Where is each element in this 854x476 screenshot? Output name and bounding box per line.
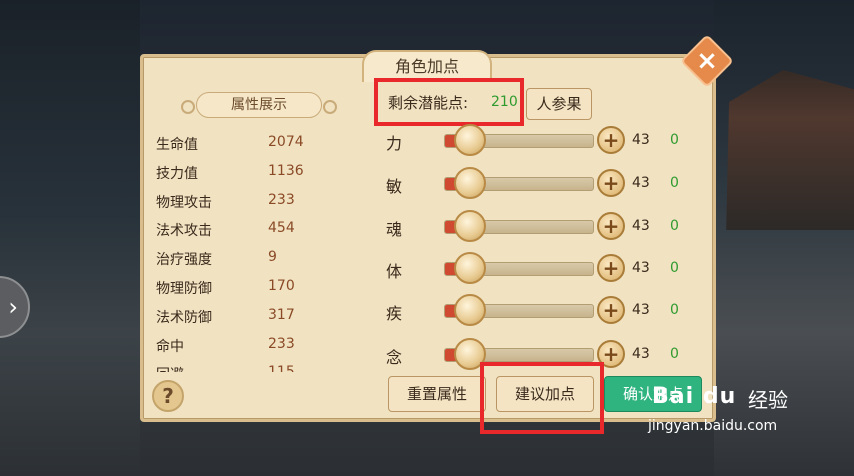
stat-value: 1136 [268,162,304,179]
slider-knob[interactable] [454,294,486,326]
attribute-base-value: 43 [632,302,650,318]
stat-name: 技力值 [156,165,198,182]
stats-section-title: 属性展示 [181,92,337,118]
baidu-watermark: Bai du 经验 jingyan.baidu.com [640,372,850,472]
ginseng-fruit-button[interactable]: 人参果 [526,88,592,120]
attribute-name: 魂 [386,220,403,239]
stat-row: 命中 233 [156,336,356,365]
attribute-row: 疾 + 43 0 [386,294,686,326]
stats-panel: 属性展示 生命值 2074 技力值 1136 物理攻击 233 法术攻击 454 治疗强… [150,80,372,410]
stat-row: 治疗强度 9 [156,249,356,278]
attribute-row: 力 + 43 0 [386,124,686,156]
attribute-name: 敏 [386,177,403,196]
attribute-name: 念 [386,348,403,367]
stat-name: 命中 [156,338,184,355]
stat-row: 生命值 2074 [156,134,356,163]
highlight-box-potential [374,78,524,126]
plus-icon[interactable]: + [597,212,625,240]
attribute-row: 魂 + 43 0 [386,210,686,242]
reset-attributes-button[interactable]: 重置属性 [388,376,486,412]
attribute-name: 力 [386,134,403,153]
plus-icon[interactable]: + [597,126,625,154]
stat-row: 物理防御 170 [156,278,356,307]
watermark-logo: Bai du [652,384,737,409]
attribute-added-value: 0 [670,132,679,148]
attribute-base-value: 43 [632,346,650,362]
stat-name: 法术攻击 [156,223,212,240]
attribute-base-value: 43 [632,132,650,148]
plus-icon[interactable]: + [597,296,625,324]
attribute-base-value: 43 [632,260,650,276]
watermark-url: jingyan.baidu.com [648,418,778,434]
attribute-row: 体 + 43 0 [386,252,686,284]
stat-value: 170 [268,277,295,294]
stat-name: 治疗强度 [156,252,212,269]
attribute-row: 敏 + 43 0 [386,167,686,199]
stat-row: 物理攻击 233 [156,192,356,221]
question-icon: ? [162,384,174,408]
plus-icon[interactable]: + [597,169,625,197]
attribute-base-value: 43 [632,218,650,234]
attribute-added-value: 0 [670,346,679,362]
stat-name: 法术防御 [156,309,212,326]
stat-row: 法术攻击 454 [156,220,356,249]
stat-row: 法术防御 317 [156,307,356,336]
stat-value: 2074 [268,134,304,150]
stat-name: 回避 [156,364,268,372]
stat-row: 回避115 [156,364,356,372]
attribute-added-value: 0 [670,175,679,191]
attribute-name: 疾 [386,304,403,323]
attribute-base-value: 43 [632,175,650,191]
help-button[interactable]: ? [152,380,184,412]
close-icon[interactable]: × [688,42,726,80]
highlight-box-suggest [480,362,604,434]
stat-value: 233 [268,335,295,352]
background-left [0,0,140,476]
slider-knob[interactable] [454,124,486,156]
plus-icon[interactable]: + [597,254,625,282]
stat-value: 9 [268,249,277,266]
stat-row: 技力值 1136 [156,163,356,192]
slider-knob[interactable] [454,252,486,284]
watermark-subtitle: 经验 [748,388,788,412]
attribute-added-value: 0 [670,218,679,234]
stat-name: 物理防御 [156,280,212,297]
stat-value: 454 [268,220,295,237]
attribute-name: 体 [386,262,403,281]
stat-name: 物理攻击 [156,194,212,211]
slider-knob[interactable] [454,167,486,199]
attribute-added-value: 0 [670,260,679,276]
stats-list[interactable]: 生命值 2074 技力值 1136 物理攻击 233 法术攻击 454 治疗强度 9 物理… [156,134,356,372]
attribute-added-value: 0 [670,302,679,318]
stat-value: 317 [268,306,295,323]
stat-name: 生命值 [156,137,198,153]
stat-value: 233 [268,191,295,208]
chevron-right-icon: › [8,293,18,321]
stat-value: 115 [268,364,295,372]
slider-knob[interactable] [454,210,486,242]
